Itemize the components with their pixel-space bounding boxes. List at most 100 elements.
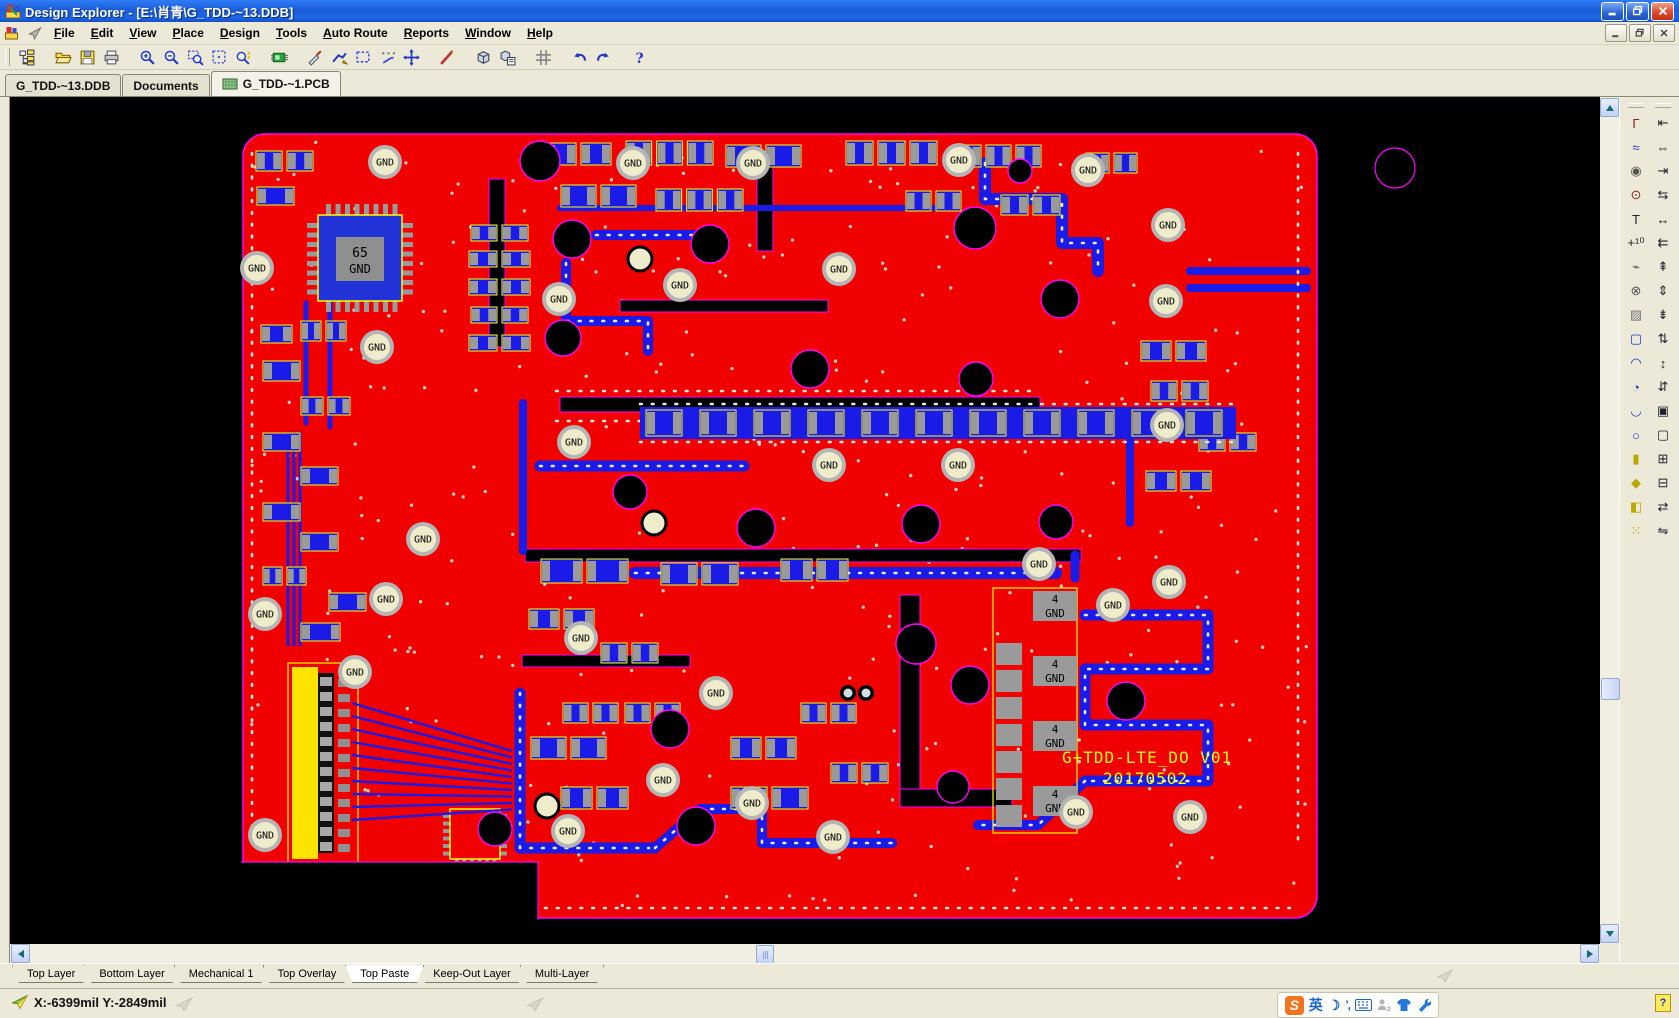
swap-pins-button[interactable]: ⇋	[1652, 520, 1675, 542]
ime-settings-wrench-icon[interactable]	[1417, 998, 1431, 1012]
arc-center-button[interactable]: ◔	[1625, 376, 1648, 398]
layer-tab-top-layer[interactable]: Top Layer	[12, 965, 90, 983]
arrange-in-rectangle-button[interactable]: ▢	[1652, 424, 1675, 446]
interactive-route-button[interactable]	[435, 45, 459, 69]
menu-edit[interactable]: Edit	[83, 24, 122, 42]
restore-button[interactable]	[1626, 2, 1649, 21]
align-bottom-button[interactable]: ⇟	[1652, 304, 1675, 326]
mdi-close-button[interactable]	[1653, 24, 1675, 42]
panel-grip[interactable]	[1655, 103, 1671, 108]
component-button[interactable]: ▢	[1625, 328, 1648, 350]
document-tab-documents[interactable]: Documents	[122, 74, 209, 96]
fill-button[interactable]: ▨	[1625, 304, 1648, 326]
horizontal-scroll-track[interactable]	[31, 945, 1579, 962]
ime-toolbar[interactable]: S 英 ☽ ’, 25	[1277, 992, 1439, 1018]
scroll-left-button[interactable]	[11, 944, 30, 963]
arc-edge-button[interactable]: ◠	[1625, 352, 1648, 374]
menu-help[interactable]: Help	[519, 24, 561, 42]
center-vertical-button[interactable]: ⇕	[1652, 280, 1675, 302]
library-browse-button[interactable]	[495, 45, 519, 69]
arc-any-angle-button[interactable]: ◡	[1625, 400, 1648, 422]
menu-view[interactable]: View	[121, 24, 164, 42]
mdi-restore-button[interactable]	[1629, 24, 1651, 42]
align-top-button[interactable]: ⇞	[1652, 256, 1675, 278]
crosshair-button[interactable]	[399, 45, 423, 69]
align-left-button[interactable]: ⇤	[1652, 112, 1675, 134]
print-button[interactable]	[99, 45, 123, 69]
menu-window[interactable]: Window	[457, 24, 519, 42]
scroll-up-button[interactable]	[1600, 98, 1619, 117]
menu-design[interactable]: Design	[212, 24, 268, 42]
close-button[interactable]	[1651, 2, 1674, 21]
wire-button[interactable]	[327, 45, 351, 69]
help-tray-icon[interactable]: ?	[1655, 994, 1671, 1012]
scroll-right-button[interactable]	[1580, 944, 1599, 963]
menu-tools[interactable]: Tools	[268, 24, 315, 42]
multi-trace-button[interactable]: ≈	[1625, 136, 1648, 158]
ime-punctuation-toggle[interactable]: ’,	[1345, 998, 1350, 1012]
zoom-window-button[interactable]	[183, 45, 207, 69]
minimize-button[interactable]	[1601, 2, 1624, 21]
split-plane-button[interactable]: ◧	[1625, 496, 1648, 518]
cutter-button[interactable]	[303, 45, 327, 69]
layer-tab-multi-layer[interactable]: Multi-Layer	[520, 965, 604, 983]
keepout-button[interactable]: ⊗	[1625, 280, 1648, 302]
panel-grip[interactable]	[1628, 103, 1644, 108]
zoom-in-button[interactable]	[135, 45, 159, 69]
ime-keyboard-icon[interactable]	[1355, 999, 1372, 1011]
ime-user-icon[interactable]: 25	[1377, 998, 1391, 1012]
save-button[interactable]	[75, 45, 99, 69]
layer-tab-mechanical-1[interactable]: Mechanical 1	[174, 965, 269, 983]
layer-tab-bottom-layer[interactable]: Bottom Layer	[84, 965, 179, 983]
move-selection-button[interactable]	[375, 45, 399, 69]
rectangle-button[interactable]: ▮	[1625, 448, 1648, 470]
sogou-logo-icon[interactable]: S	[1285, 996, 1304, 1015]
zoom-document-button[interactable]	[207, 45, 231, 69]
shrink-horizontal-button[interactable]: ⇇	[1652, 232, 1675, 254]
swap-components-button[interactable]: ⇄	[1652, 496, 1675, 518]
menu-auto-route[interactable]: Auto Route	[315, 24, 396, 42]
zoom-point-button[interactable]	[231, 45, 255, 69]
horizontal-scroll-thumb[interactable]	[756, 945, 774, 964]
back-arrow-icon[interactable]	[26, 25, 43, 41]
shrink-vertical-button[interactable]: ⇵	[1652, 376, 1675, 398]
horizontal-scrollbar[interactable]	[10, 944, 1600, 963]
open-button[interactable]	[51, 45, 75, 69]
vertical-scroll-thumb[interactable]	[1601, 678, 1620, 700]
via-button[interactable]: ◉	[1625, 160, 1648, 182]
layer-tab-keep-out-layer[interactable]: Keep-Out Layer	[418, 965, 526, 983]
toolbar-grip[interactable]	[5, 48, 10, 66]
mdi-minimize-button[interactable]	[1605, 24, 1627, 42]
menu-file[interactable]: File	[46, 24, 83, 42]
browse-component-button[interactable]	[267, 45, 291, 69]
space-vertical-button[interactable]: ↕	[1652, 352, 1675, 374]
full-circle-button[interactable]: ○	[1625, 424, 1648, 446]
grid-toggle-button[interactable]	[531, 45, 555, 69]
vertical-scroll-track[interactable]	[1601, 118, 1618, 923]
explorer-toggle-button[interactable]	[15, 45, 39, 69]
library-3d-button[interactable]	[471, 45, 495, 69]
menu-reports[interactable]: Reports	[396, 24, 457, 42]
pad-button[interactable]: ⊙	[1625, 184, 1648, 206]
zoom-out-button[interactable]	[159, 45, 183, 69]
string-text-button[interactable]: T	[1625, 208, 1648, 230]
scroll-down-button[interactable]	[1600, 924, 1619, 943]
document-tab-g-tdd-13-ddb[interactable]: G_TDD-~13.DDB	[5, 74, 121, 96]
pcb-canvas[interactable]: 65GND4GND4GND4GND4GNDGNDGNDGNDGNDGNDGNDG…	[10, 97, 1600, 944]
center-horizontal-button[interactable]: ⇔	[1652, 136, 1675, 158]
polygon-plane-button[interactable]: ◆	[1625, 472, 1648, 494]
move-to-grid-button[interactable]: ⊞	[1652, 448, 1675, 470]
layer-tab-top-overlay[interactable]: Top Overlay	[263, 965, 352, 983]
help-button[interactable]: ?	[627, 45, 651, 69]
vertical-scrollbar[interactable]	[1600, 97, 1619, 944]
ime-skin-icon[interactable]	[1396, 998, 1412, 1012]
align-right-button[interactable]: ⇥	[1652, 160, 1675, 182]
space-horizontal-button[interactable]: ↔	[1652, 208, 1675, 230]
redo-button[interactable]	[591, 45, 615, 69]
arrange-components-button[interactable]: ▣	[1652, 400, 1675, 422]
distribute-vertical-button[interactable]: ⇅	[1652, 328, 1675, 350]
ime-language-toggle[interactable]: 英	[1309, 995, 1323, 1015]
arrange-room-button[interactable]: ⊟	[1652, 472, 1675, 494]
dimension-button[interactable]: ⌁	[1625, 256, 1648, 278]
paste-array-button[interactable]: ⁙	[1625, 520, 1648, 542]
